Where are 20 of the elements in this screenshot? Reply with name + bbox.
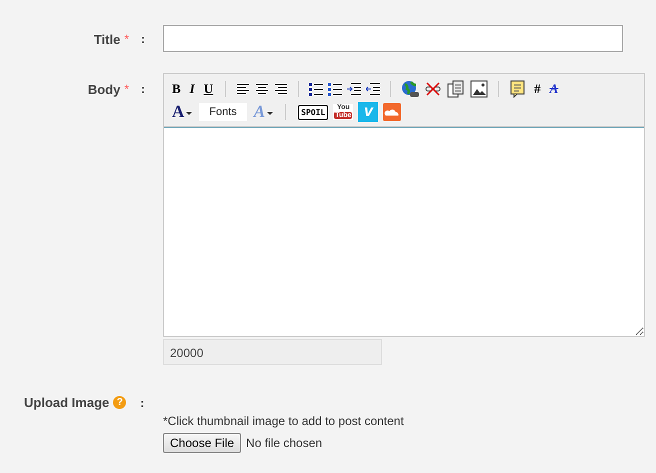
font-color-button[interactable]: A	[170, 102, 194, 122]
colon: :	[141, 32, 145, 46]
choose-file-button[interactable]: Choose File	[163, 433, 242, 453]
colon: :	[140, 396, 144, 410]
hash-button[interactable]: #	[532, 81, 543, 97]
field-label: Body	[88, 82, 120, 97]
character-counter: 20000	[163, 339, 382, 365]
italic-button[interactable]: I	[188, 81, 197, 97]
file-status: No file chosen	[246, 436, 322, 450]
fonts-dropdown[interactable]: Fonts	[199, 103, 247, 121]
required-mark: *	[124, 32, 129, 46]
bold-button[interactable]: B	[170, 81, 183, 97]
field-label: Title	[94, 32, 120, 47]
field-label: Upload Image	[24, 395, 110, 410]
underline-button[interactable]: U	[202, 81, 216, 97]
upload-hint: *Click thumbnail image to add to post content	[163, 414, 405, 428]
colon: :	[141, 82, 145, 96]
required-mark: *	[124, 82, 129, 96]
strikethrough-button[interactable]: A	[548, 81, 560, 97]
spoiler-button[interactable]: SPOIL	[298, 104, 328, 120]
